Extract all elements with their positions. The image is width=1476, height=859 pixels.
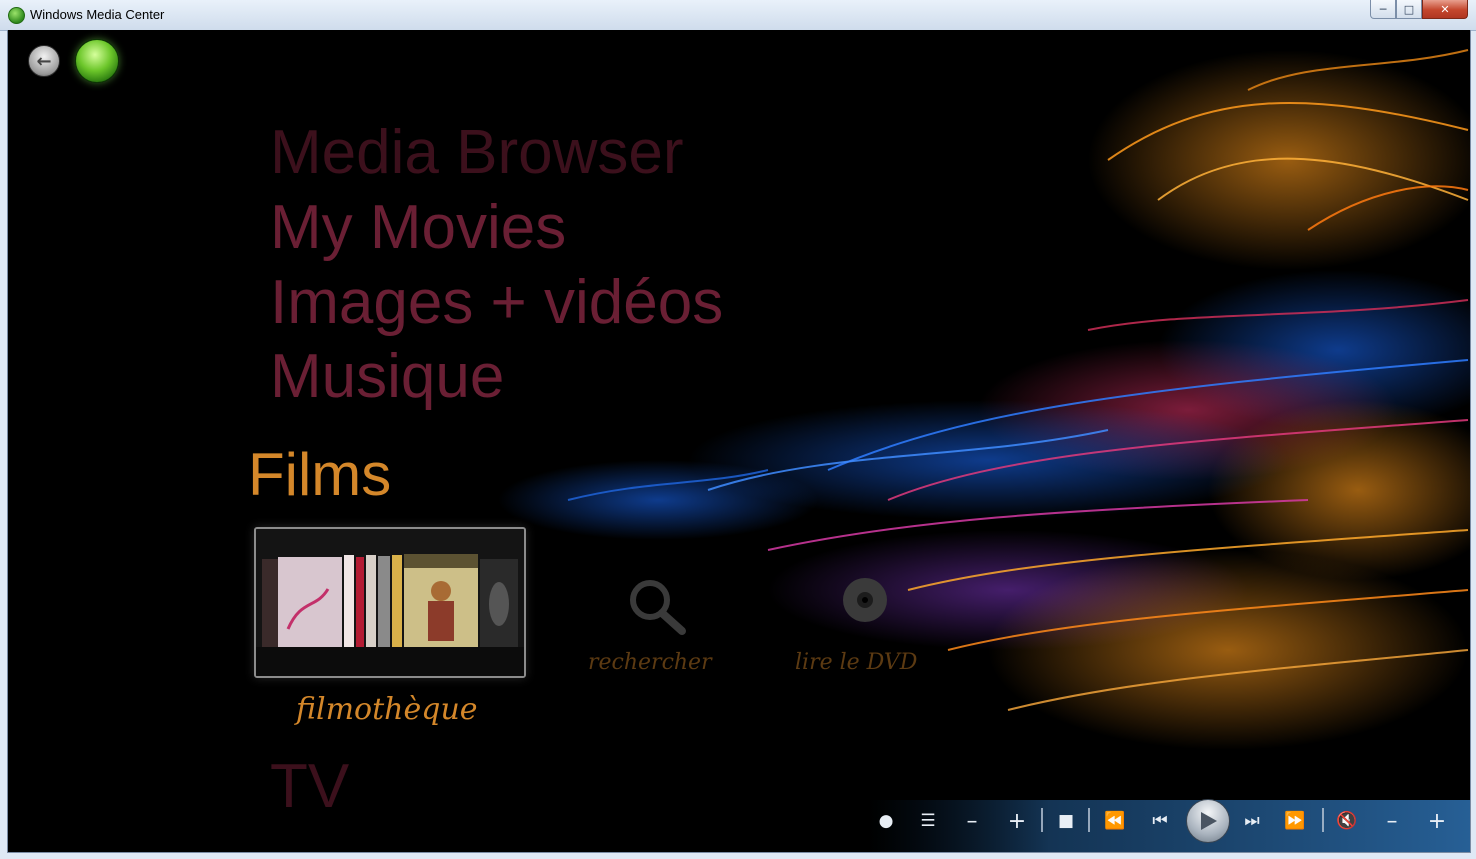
media-center-app-icon <box>8 7 25 24</box>
menu-item-tv[interactable]: TV <box>270 756 349 818</box>
search-icon[interactable] <box>622 576 692 636</box>
tile-label-filmotheque: filmothèque <box>296 692 478 727</box>
menu-item-musique[interactable]: Musique <box>270 346 504 408</box>
channel-down-icon[interactable]: – <box>962 808 982 834</box>
volume-down-icon[interactable]: – <box>1382 808 1402 834</box>
windows-start-orb-icon[interactable] <box>75 39 119 83</box>
play-button[interactable] <box>1186 799 1230 843</box>
previous-icon[interactable]: ⏮ <box>1148 808 1172 834</box>
window-controls: ─ □ ✕ <box>1370 0 1468 19</box>
volume-up-icon[interactable]: + <box>1426 808 1448 834</box>
back-arrow-icon: ← <box>36 50 52 72</box>
stop-icon[interactable]: ■ <box>1056 808 1076 834</box>
fast-forward-icon[interactable]: ⏩ <box>1282 808 1308 834</box>
transport-separator <box>1088 808 1090 832</box>
guide-list-icon[interactable]: ☰ <box>916 808 940 834</box>
mute-icon[interactable]: 🔇 <box>1334 808 1360 834</box>
disc-icon[interactable] <box>841 576 889 624</box>
back-button[interactable]: ← <box>28 45 60 77</box>
close-button[interactable]: ✕ <box>1422 0 1468 19</box>
tile-label-lire-le-dvd[interactable]: lire le DVD <box>795 650 917 675</box>
menu-item-films-current[interactable]: Films <box>248 445 391 505</box>
transport-separator <box>1041 808 1043 832</box>
tile-label-rechercher[interactable]: rechercher <box>588 650 712 675</box>
dvd-shelf-thumbnail <box>256 529 524 676</box>
record-icon[interactable]: ● <box>876 808 896 834</box>
transport-controls: ● ☰ – + ■ ⏪ ⏮ ⏭ ⏩ 🔇 – + <box>868 798 1468 844</box>
transport-separator <box>1322 808 1324 832</box>
maximize-button[interactable]: □ <box>1396 0 1422 19</box>
background-art <box>498 49 1470 852</box>
menu-item-images-videos[interactable]: Images + vidéos <box>270 272 723 334</box>
channel-up-icon[interactable]: + <box>1006 808 1028 834</box>
window-title: Windows Media Center <box>30 7 165 22</box>
rewind-icon[interactable]: ⏪ <box>1102 808 1128 834</box>
tile-filmotheque[interactable] <box>254 527 526 678</box>
play-icon <box>1201 812 1217 830</box>
menu-item-my-movies[interactable]: My Movies <box>270 197 566 259</box>
next-icon[interactable]: ⏭ <box>1240 808 1264 834</box>
minimize-button[interactable]: ─ <box>1370 0 1396 19</box>
menu-item-media-browser[interactable]: Media Browser <box>270 122 683 184</box>
media-center-stage: ← Media Browser My Movies Images + vidéo… <box>7 30 1471 853</box>
window-titlebar: Windows Media Center ─ □ ✕ <box>0 0 1476 31</box>
